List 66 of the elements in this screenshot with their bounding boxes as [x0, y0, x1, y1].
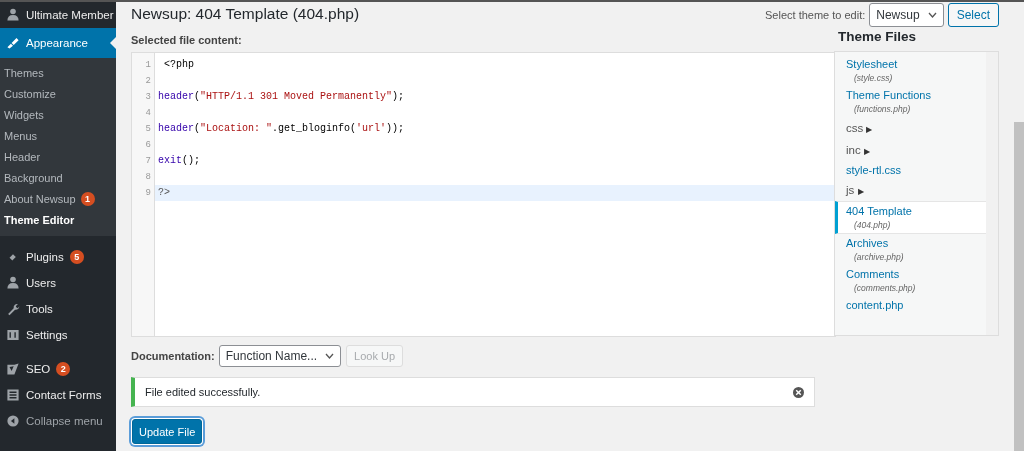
line-number: 7 — [144, 155, 152, 168]
sidebar-menu-item[interactable]: Ultimate Member — [0, 2, 116, 28]
theme-dropdown[interactable]: Newsup — [869, 3, 944, 27]
code-editor[interactable]: 1 2 3 4 5 6 7 8 9 <?php header("HTTP/1.1 301 Moved Permanently"); header("Location: ".get_bloginfo('url')); exit(); ?> — [131, 52, 836, 337]
editor-label: Selected file content: — [131, 34, 243, 48]
line-number: 2 — [144, 75, 152, 88]
file-link[interactable]: content.php — [835, 296, 986, 314]
update-file-button[interactable]: Update File — [132, 419, 202, 444]
file-link[interactable]: style-rtl.css — [835, 161, 986, 179]
sliders-icon — [6, 328, 20, 342]
code-line: ?> — [158, 187, 170, 198]
sidebar-menu-item[interactable]: Tools — [0, 296, 116, 322]
count-badge: 2 — [56, 362, 71, 376]
count-badge: 5 — [69, 250, 84, 264]
file-link[interactable]: 404 Template (404.php) — [835, 201, 986, 234]
sidebar-menu-item[interactable]: Collapse menu — [0, 408, 116, 434]
line-number: 1 — [144, 59, 152, 72]
file-link[interactable]: Comments (comments.php) — [835, 265, 986, 296]
sidebar-menu-item[interactable]: Appearance — [0, 28, 116, 58]
documentation-label: Documentation: — [131, 350, 215, 362]
code-line: exit(); — [158, 155, 201, 166]
person-icon — [6, 276, 20, 290]
wrench-icon — [6, 302, 20, 316]
paintbrush-icon — [6, 36, 20, 50]
line-number: 4 — [144, 107, 152, 120]
line-number: 5 — [144, 123, 152, 136]
chevron-icon — [927, 12, 937, 18]
line-number: 9 — [144, 187, 152, 200]
submenu-item[interactable]: Theme Editor — [0, 209, 116, 230]
code-line: header("Location: ".get_bloginfo('url')); — [158, 123, 405, 134]
scrollbar[interactable] — [986, 52, 998, 335]
person-icon — [6, 8, 20, 22]
submenu-item[interactable]: Themes — [0, 62, 116, 83]
sidebar-menu-item[interactable]: Plugins 5 — [0, 244, 116, 270]
sidebar-menu-item[interactable]: Settings — [0, 322, 116, 348]
sidebar-menu-item[interactable]: Users — [0, 270, 116, 296]
submenu-item[interactable]: Header — [0, 146, 116, 167]
code-line: <?php — [163, 59, 194, 70]
sidebar-menu-item[interactable]: SEO 2 — [0, 356, 116, 382]
submenu-item[interactable]: Menus — [0, 125, 116, 146]
file-link[interactable]: Archives (archive.php) — [835, 234, 986, 265]
list-icon — [6, 388, 20, 402]
submenu-item[interactable]: Customize — [0, 83, 116, 104]
line-number: 8 — [144, 171, 152, 184]
code-line: header("HTTP/1.1 301 Moved Permanently"); — [158, 91, 405, 102]
theme-select-label: Select theme to edit: — [765, 9, 866, 21]
sidebar-menu-item[interactable]: Contact Forms — [0, 382, 116, 408]
line-number: 3 — [144, 91, 152, 104]
theme-files-heading: Theme Files — [838, 29, 918, 46]
count-badge: 1 — [80, 191, 95, 206]
close-icon[interactable] — [793, 386, 804, 398]
line-number: 6 — [144, 139, 152, 152]
success-notice: File edited successfully. — [131, 377, 815, 407]
file-link[interactable]: Theme Functions (functions.php) — [835, 86, 986, 117]
select-button[interactable]: Select — [947, 3, 999, 27]
folder-item[interactable]: js ▶ — [835, 179, 986, 201]
submenu-item[interactable]: About Newsup 1 — [0, 188, 116, 209]
folder-item[interactable]: css ▶ — [835, 117, 986, 139]
seo-logo-icon — [6, 362, 20, 376]
file-link[interactable]: Stylesheet (style.css) — [835, 55, 986, 86]
function-name-dropdown[interactable]: Function Name... — [218, 345, 342, 367]
folder-item[interactable]: inc ▶ — [835, 139, 986, 161]
chevron-icon — [325, 353, 335, 359]
submenu-item[interactable]: Widgets — [0, 104, 116, 125]
submenu-item[interactable]: Background — [0, 167, 116, 188]
page-title: Newsup: 404 Template (404.php) — [131, 5, 360, 23]
